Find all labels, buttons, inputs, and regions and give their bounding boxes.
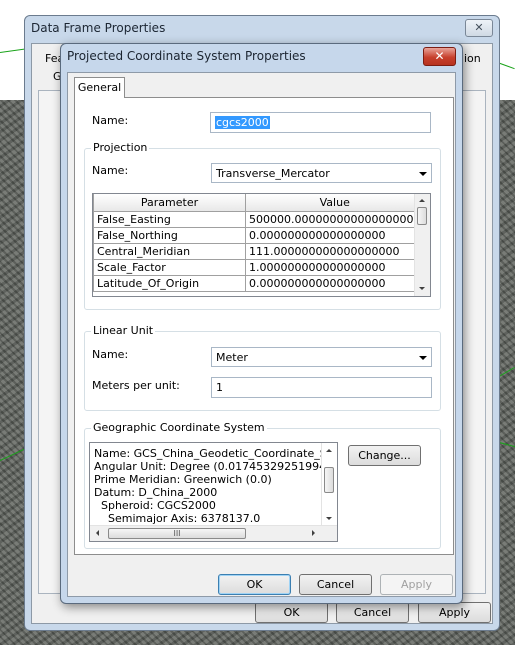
linear-unit-group: Linear Unit Name: Meter Meters per unit:… — [84, 324, 441, 411]
projected-coordinate-system-dialog: Projected Coordinate System Properties ✕… — [60, 43, 463, 604]
outer-tab-projection[interactable]: ion — [464, 52, 481, 65]
scroll-left-icon[interactable] — [96, 530, 99, 536]
column-header-parameter[interactable]: Parameter — [93, 194, 246, 212]
geographic-coordinate-system-group: Geographic Coordinate System Name: GCS_C… — [84, 421, 441, 549]
close-button[interactable]: ✕ — [423, 47, 456, 66]
outer-close-button[interactable]: ✕ — [465, 19, 493, 37]
general-tab-panel: Name: cgcs2000 Projection Name: Transver… — [74, 97, 454, 555]
dialog-body: General Name: cgcs2000 Projection Name: … — [67, 72, 456, 597]
projection-name-dropdown[interactable]: Transverse_Mercator — [211, 163, 432, 183]
gcs-horizontal-scrollbar[interactable]: III — [90, 525, 337, 541]
parameter-cell: False_Easting — [93, 211, 246, 228]
table-row[interactable]: Latitude_Of_Origin 0.000000000000000000 — [93, 275, 425, 292]
linear-unit-value: Meter — [216, 351, 248, 364]
scroll-right-icon[interactable] — [312, 530, 315, 536]
table-row[interactable]: Central_Meridian 111.000000000000000000 — [93, 243, 425, 260]
projection-name-value: Transverse_Mercator — [216, 167, 330, 180]
projection-group-title: Projection — [91, 141, 150, 154]
gcs-line: Semimajor Axis: 6378137.0 — [94, 512, 261, 525]
scroll-up-icon[interactable] — [419, 199, 425, 202]
gcs-line: Prime Meridian: Greenwich (0.0) — [94, 473, 272, 486]
ok-button[interactable]: OK — [218, 574, 291, 595]
linear-unit-name-label: Name: — [92, 348, 129, 361]
scroll-down-icon[interactable] — [326, 517, 332, 520]
gcs-line: Angular Unit: Degree (0.0174532925199433… — [94, 460, 338, 473]
value-cell[interactable]: 1.000000000000000000 — [244, 259, 425, 276]
cancel-button[interactable]: Cancel — [299, 574, 372, 595]
value-cell[interactable]: 111.000000000000000000 — [244, 243, 425, 260]
scroll-thumb[interactable] — [417, 207, 427, 225]
projection-parameters-grid[interactable]: Parameter Value False_Easting 500000.000… — [92, 193, 431, 297]
outer-cancel-button[interactable]: Cancel — [336, 602, 409, 623]
table-row[interactable]: False_Northing 0.000000000000000000 — [93, 227, 425, 244]
outer-dialog-title: Data Frame Properties — [31, 21, 166, 35]
gcs-line: Name: GCS_China_Geodetic_Coordinate_Syst — [94, 447, 338, 460]
name-label: Name: — [92, 114, 129, 127]
outer-apply-button[interactable]: Apply — [418, 602, 491, 623]
outer-ok-button[interactable]: OK — [255, 602, 328, 623]
parameter-cell: False_Northing — [93, 227, 246, 244]
meters-per-unit-field[interactable]: 1 — [211, 377, 432, 398]
parameters-vertical-scrollbar[interactable] — [414, 194, 430, 296]
scroll-up-icon[interactable] — [326, 449, 332, 452]
projection-name-label: Name: — [92, 164, 129, 177]
column-header-value[interactable]: Value — [244, 194, 425, 212]
table-row[interactable]: False_Easting 500000.000000000000000000 — [93, 211, 425, 228]
table-row[interactable]: Scale_Factor 1.000000000000000000 — [93, 259, 425, 276]
chevron-down-icon — [419, 356, 427, 360]
parameter-cell: Central_Meridian — [93, 243, 246, 260]
gcs-line: Datum: D_China_2000 — [94, 486, 218, 499]
name-field-value: cgcs2000 — [215, 116, 270, 129]
projection-group: Projection Name: Transverse_Mercator Par… — [84, 141, 441, 310]
value-cell[interactable]: 0.000000000000000000 — [244, 275, 425, 292]
gcs-details-textbox[interactable]: Name: GCS_China_Geodetic_Coordinate_Syst… — [89, 442, 338, 542]
linear-unit-dropdown[interactable]: Meter — [211, 347, 432, 367]
linear-unit-group-title: Linear Unit — [91, 324, 156, 337]
tab-general[interactable]: General — [74, 77, 125, 98]
gcs-line: Spheroid: CGCS2000 — [94, 499, 216, 512]
scroll-thumb[interactable] — [324, 467, 334, 493]
dialog-title: Projected Coordinate System Properties — [67, 49, 306, 63]
horizontal-scroll-thumb[interactable]: III — [108, 528, 246, 539]
scroll-down-icon[interactable] — [419, 287, 425, 290]
parameter-cell: Latitude_Of_Origin — [93, 275, 246, 292]
meters-per-unit-label: Meters per unit: — [92, 379, 180, 392]
gcs-group-title: Geographic Coordinate System — [91, 421, 267, 434]
parameter-cell: Scale_Factor — [93, 259, 246, 276]
apply-button[interactable]: Apply — [380, 574, 453, 595]
value-cell[interactable]: 0.000000000000000000 — [244, 227, 425, 244]
gcs-vertical-scrollbar[interactable] — [321, 443, 337, 525]
change-button[interactable]: Change... — [348, 445, 421, 466]
name-field[interactable]: cgcs2000 — [210, 112, 431, 133]
value-cell[interactable]: 500000.000000000000000000 — [244, 211, 425, 228]
chevron-down-icon — [419, 172, 427, 176]
